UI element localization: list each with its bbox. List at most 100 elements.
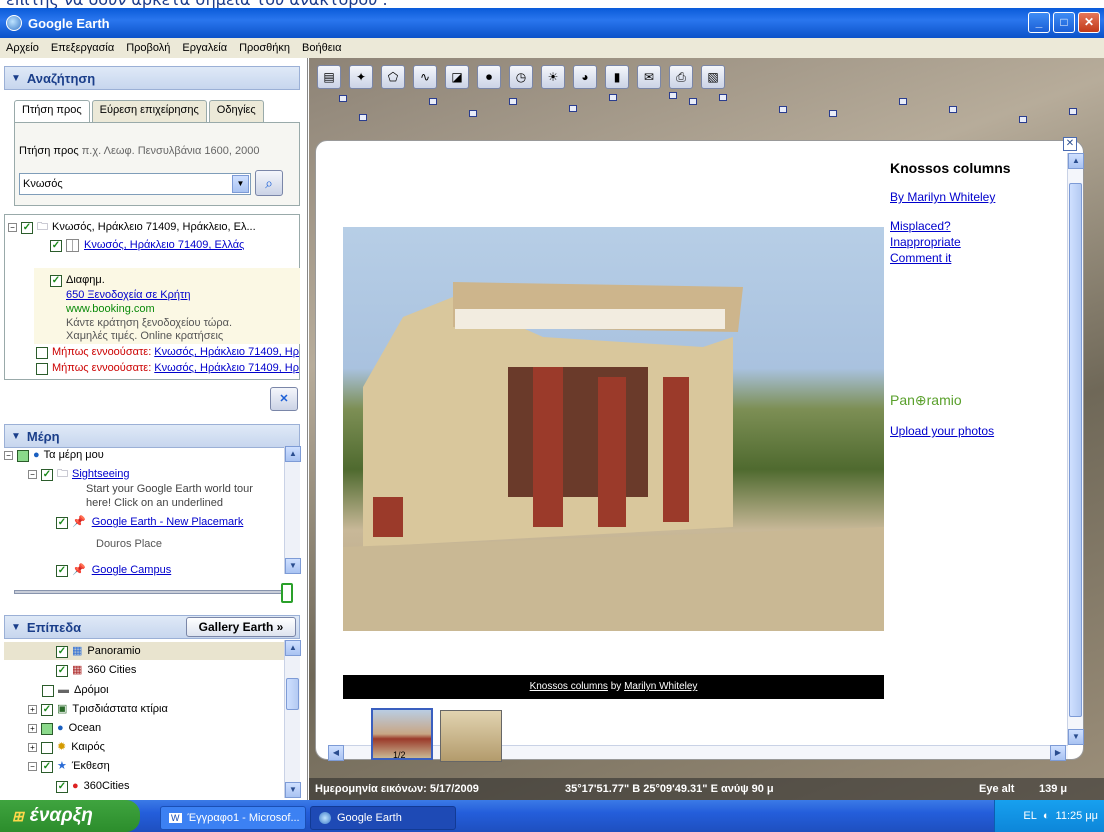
email-button[interactable]: ✉	[637, 65, 661, 89]
expand-toggle-icon[interactable]: −	[28, 762, 37, 771]
knossos-photo[interactable]	[343, 227, 884, 631]
result-child-checkbox[interactable]	[50, 239, 62, 252]
comment-link[interactable]: Comment it	[890, 251, 951, 265]
taskbar-google-earth-button[interactable]: Google Earth	[310, 806, 456, 830]
sightseeing-link[interactable]: Sightseeing	[72, 467, 130, 482]
historical-imagery-button[interactable]: ◷	[509, 65, 533, 89]
did-you-mean-checkbox-2[interactable]	[36, 362, 48, 375]
scroll-right-icon[interactable]: ▶	[1050, 745, 1066, 761]
sightseeing-row[interactable]: − 🗀 Sightseeing	[28, 467, 130, 482]
menu-help[interactable]: Βοήθεια	[302, 42, 341, 54]
photo-marker-icon[interactable]	[779, 106, 787, 113]
photo-marker-icon[interactable]	[469, 110, 477, 117]
menu-edit[interactable]: Επεξεργασία	[51, 42, 114, 54]
my-places-checkbox[interactable]	[17, 449, 29, 462]
photo-marker-icon[interactable]	[339, 95, 347, 102]
print-button[interactable]: ⎙	[669, 65, 693, 89]
my-places-row[interactable]: − ● Τα μέρη μου	[4, 448, 104, 463]
add-path-button[interactable]: ∿	[413, 65, 437, 89]
result-child-link[interactable]: Κνωσός, Ηράκλειο 71409, Ελλάς	[84, 238, 244, 253]
scroll-left-icon[interactable]: ◀	[328, 745, 344, 761]
places-scrollbar[interactable]: ▲ ▼	[284, 446, 301, 574]
expand-toggle-icon[interactable]: −	[28, 470, 37, 479]
search-panel-header[interactable]: ▼ Αναζήτηση	[4, 66, 300, 90]
add-overlay-button[interactable]: ◪	[445, 65, 469, 89]
ad-title-link[interactable]: 650 Ξενοδοχεία σε Κρήτη	[66, 288, 191, 303]
ad-row[interactable]: Διαφημ.	[50, 273, 105, 288]
add-polygon-button[interactable]: ⬠	[381, 65, 405, 89]
close-button[interactable]: ✕	[1078, 12, 1100, 33]
placemark-row[interactable]: 📌 Google Earth - New Placemark	[56, 515, 243, 530]
expand-toggle-icon[interactable]: +	[28, 705, 37, 714]
ad-checkbox[interactable]	[50, 274, 62, 287]
balloon-hscrollbar[interactable]: ◀ ▶	[328, 745, 1068, 761]
inappropriate-link[interactable]: Inappropriate	[890, 235, 961, 249]
photo-marker-icon[interactable]	[689, 98, 697, 105]
layer-row-weather[interactable]: + ✹ Καιρός	[28, 740, 105, 755]
did-you-mean-row-1[interactable]: Μήπως εννοούσατε: Κνωσός, Ηράκλειο 71409…	[36, 345, 300, 360]
photo-marker-icon[interactable]	[429, 98, 437, 105]
photo-marker-icon[interactable]	[949, 106, 957, 113]
search-input[interactable]: Κνωσός ▼	[19, 173, 251, 195]
result-root-checkbox[interactable]	[21, 221, 33, 234]
expand-toggle-icon[interactable]: −	[8, 223, 17, 232]
layer-checkbox-3d-buildings[interactable]	[41, 703, 53, 716]
balloon-scrollbar[interactable]: ▲ ▼	[1067, 153, 1084, 745]
clear-results-button[interactable]: ✕	[270, 387, 298, 411]
balloon-close-button[interactable]: ✕	[1063, 137, 1077, 151]
scroll-up-icon[interactable]: ▲	[285, 446, 301, 462]
scroll-down-icon[interactable]: ▼	[285, 558, 301, 574]
record-tour-button[interactable]: ⏺	[477, 65, 501, 89]
scroll-down-icon[interactable]: ▼	[285, 782, 301, 798]
photo-marker-icon[interactable]	[669, 92, 677, 99]
expand-toggle-icon[interactable]: +	[28, 743, 37, 752]
photo-marker-icon[interactable]	[1069, 108, 1077, 115]
tab-find-business[interactable]: Εύρεση επιχείρησης	[91, 100, 207, 122]
thumbnail-1[interactable]: 1/2	[371, 708, 433, 760]
misplaced-link[interactable]: Misplaced?	[890, 219, 951, 233]
placemark-checkbox[interactable]	[56, 516, 68, 529]
photo-caption-author-link[interactable]: Marilyn Whiteley	[624, 681, 697, 692]
campus-row[interactable]: 📌 Google Campus	[56, 563, 171, 578]
menu-view[interactable]: Προβολή	[126, 42, 170, 54]
photo-marker-icon[interactable]	[359, 114, 367, 121]
layer-checkbox-gallery[interactable]	[41, 760, 53, 773]
view-in-maps-button[interactable]: ▧	[701, 65, 725, 89]
layer-row-360cities-2[interactable]: ● 360Cities	[56, 779, 130, 794]
menu-add[interactable]: Προσθήκη	[239, 42, 290, 54]
photo-marker-icon[interactable]	[569, 105, 577, 112]
layer-row-roads[interactable]: ▬ Δρόμοι	[42, 683, 109, 698]
taskbar-word-button[interactable]: W Έγγραφο1 - Microsof...	[160, 806, 306, 830]
dropdown-chevron-icon[interactable]: ▼	[232, 175, 249, 193]
did-you-mean-row-2[interactable]: Μήπως εννοούσατε: Κνωσός, Ηράκλειο 71409…	[36, 361, 300, 376]
opacity-slider-handle[interactable]	[281, 583, 293, 603]
sightseeing-checkbox[interactable]	[41, 468, 53, 481]
ad-title-row[interactable]: 650 Ξενοδοχεία σε Κρήτη	[66, 288, 191, 303]
switch-planet-button[interactable]: ◕	[573, 65, 597, 89]
did-you-mean-checkbox-1[interactable]	[36, 346, 48, 359]
photo-marker-icon[interactable]	[829, 110, 837, 117]
placemark-link[interactable]: Google Earth - New Placemark	[92, 515, 244, 530]
campus-link[interactable]: Google Campus	[92, 563, 172, 578]
menu-tools[interactable]: Εργαλεία	[182, 42, 227, 54]
did-you-mean-link-2[interactable]: Κνωσός, Ηράκλειο 71409, Ηρ	[154, 361, 299, 376]
start-button[interactable]: ⊞ έναρξη	[0, 800, 140, 832]
layers-scrollbar[interactable]: ▲ ▼	[284, 640, 301, 798]
thumbnail-2[interactable]	[440, 710, 502, 762]
layer-row-360cities[interactable]: ▦ 360 Cities	[56, 663, 136, 678]
scroll-thumb[interactable]	[1069, 183, 1082, 717]
language-indicator[interactable]: EL	[1023, 810, 1036, 822]
maximize-button[interactable]: □	[1053, 12, 1075, 33]
sidebar-toggle-button[interactable]: ▤	[317, 65, 341, 89]
photo-marker-icon[interactable]	[509, 98, 517, 105]
layer-checkbox-360cities-2[interactable]	[56, 780, 68, 793]
expand-toggle-icon[interactable]: +	[28, 724, 37, 733]
author-link[interactable]: By Marilyn Whiteley	[890, 190, 995, 204]
minimize-button[interactable]: _	[1028, 12, 1050, 33]
add-placemark-button[interactable]: ✦	[349, 65, 373, 89]
sunlight-button[interactable]: ☀	[541, 65, 565, 89]
scroll-up-icon[interactable]: ▲	[285, 640, 301, 656]
layer-row-gallery[interactable]: − ★ Έκθεση	[28, 759, 110, 774]
layer-checkbox-panoramio[interactable]	[56, 645, 68, 658]
photo-caption-title-link[interactable]: Knossos columns	[530, 681, 608, 692]
